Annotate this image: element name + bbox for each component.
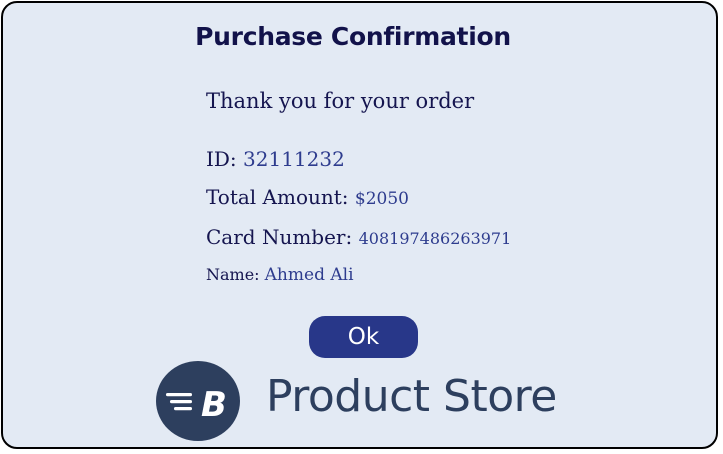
total-amount-row: Total Amount: $2050 bbox=[206, 185, 409, 209]
order-id-label: ID: bbox=[206, 147, 244, 171]
order-id-value: 32111232 bbox=[243, 147, 345, 171]
dialog-title: Purchase Confirmation bbox=[195, 22, 511, 51]
total-amount-label: Total Amount: bbox=[206, 185, 355, 209]
purchase-confirmation-dialog: Purchase Confirmation Thank you for your… bbox=[1, 1, 718, 449]
customer-name-value: Ahmed Ali bbox=[264, 265, 354, 285]
thank-you-message: Thank you for your order bbox=[206, 89, 475, 113]
order-id-row: ID: 32111232 bbox=[206, 147, 345, 171]
card-number-value: 408197486263971 bbox=[358, 229, 512, 248]
customer-name-row: Name: Ahmed Ali bbox=[206, 265, 354, 285]
card-number-row: Card Number: 408197486263971 bbox=[206, 225, 511, 249]
card-number-label: Card Number: bbox=[206, 225, 359, 249]
total-amount-value: $2050 bbox=[354, 189, 409, 209]
svg-text:B: B bbox=[201, 385, 227, 425]
customer-name-label: Name: bbox=[206, 265, 265, 284]
speed-b-logo-icon: B bbox=[156, 361, 240, 441]
brand-name: Product Store bbox=[266, 371, 557, 422]
ok-button[interactable]: Ok bbox=[309, 316, 418, 358]
